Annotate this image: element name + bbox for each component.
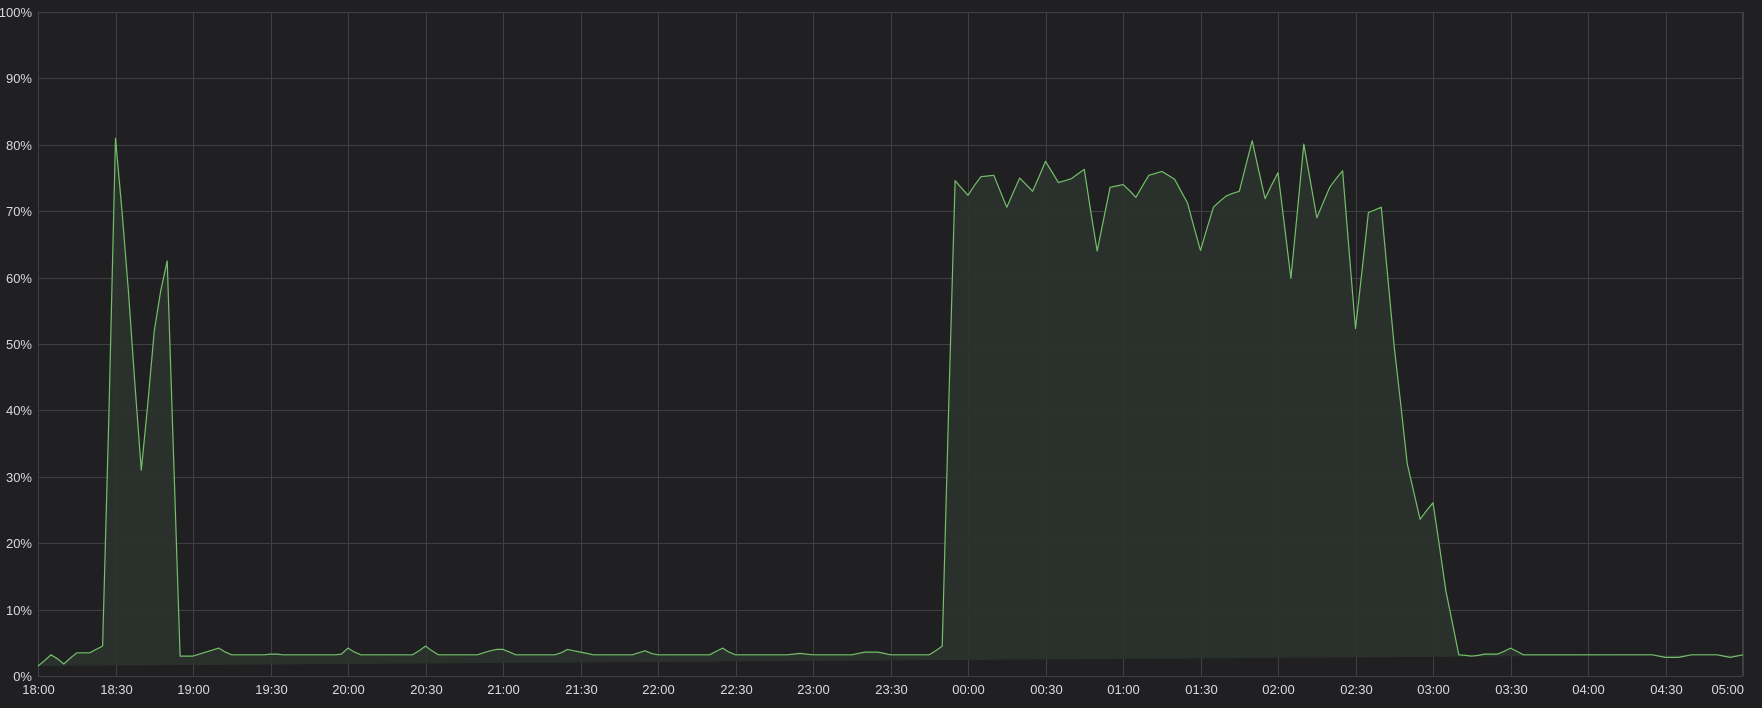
x-tick-label: 19:30	[255, 682, 288, 697]
y-tick-label: 50%	[6, 337, 32, 352]
x-tick-label: 03:30	[1495, 682, 1528, 697]
x-tick-label: 04:00	[1572, 682, 1605, 697]
x-tick-label: 03:00	[1417, 682, 1450, 697]
y-tick-label: 80%	[6, 138, 32, 153]
x-tick-label: 04:30	[1650, 682, 1683, 697]
y-tick-label: 70%	[6, 204, 32, 219]
x-tick-label: 23:00	[797, 682, 830, 697]
chart-panel: 0% 10% 20% 30% 40% 50% 60% 70% 80% 90% 100% 18:00 1…	[0, 0, 1762, 703]
y-tick-label: 60%	[6, 271, 32, 286]
y-tick-label: 100%	[0, 5, 32, 20]
x-tick-label: 00:00	[952, 682, 985, 697]
x-tick-label: 02:30	[1340, 682, 1373, 697]
y-axis: 0%10%20%30%40%50%60%70%80%90%100%	[0, 5, 32, 684]
x-tick-label: 22:30	[720, 682, 753, 697]
x-tick-label: 19:00	[177, 682, 210, 697]
x-tick-label: 18:30	[100, 682, 133, 697]
x-tick-label: 20:30	[410, 682, 443, 697]
x-tick-label: 18:00	[22, 682, 55, 697]
y-tick-label: 30%	[6, 470, 32, 485]
y-tick-label: 40%	[6, 403, 32, 418]
series-line	[37, 137, 1744, 667]
series-area-layer	[38, 138, 1743, 666]
y-tick-label: 10%	[6, 603, 32, 618]
series-area	[38, 138, 1743, 666]
series-line-layer	[37, 137, 1744, 667]
x-tick-label: 20:00	[332, 682, 365, 697]
x-tick-label: 23:30	[875, 682, 908, 697]
grid-layer	[38, 12, 1744, 677]
x-tick-label: 01:00	[1107, 682, 1140, 697]
x-axis: 18:00 18:30 19:00 19:30 20:00 20:30 21:00 21:30…	[22, 682, 1744, 697]
y-tick-label: 20%	[6, 536, 32, 551]
x-tick-label: 05:00	[1711, 682, 1744, 697]
x-tick-label: 21:00	[487, 682, 520, 697]
x-tick-label: 01:30	[1185, 682, 1218, 697]
x-tick-label: 02:00	[1262, 682, 1295, 697]
x-tick-label: 22:00	[642, 682, 675, 697]
x-tick-label: 00:30	[1030, 682, 1063, 697]
y-tick-label: 90%	[6, 71, 32, 86]
area-chart: 0%10%20%30%40%50%60%70%80%90%100% 18:00 1…	[0, 5, 1744, 697]
x-tick-label: 21:30	[565, 682, 598, 697]
